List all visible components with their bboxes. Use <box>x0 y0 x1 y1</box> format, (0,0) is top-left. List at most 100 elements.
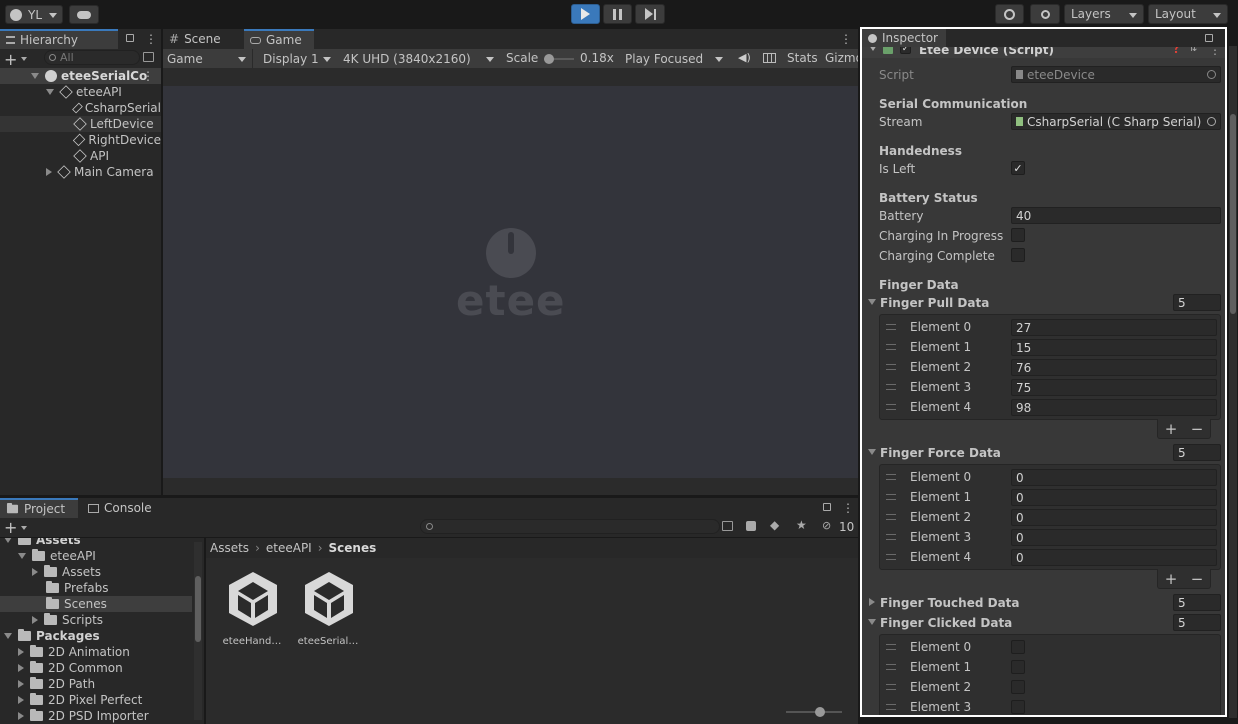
hierarchy-item[interactable]: eteeAPI <box>0 84 161 100</box>
scrollbar[interactable] <box>194 542 202 720</box>
force-element-field[interactable]: 0 <box>1011 489 1217 506</box>
clicked-element-checkbox[interactable] <box>1011 660 1025 674</box>
resolution-dropdown[interactable]: 4K UHD (3840x2160) <box>338 49 500 68</box>
inspector-scrollbar-track[interactable] <box>1229 46 1237 718</box>
expand-icon[interactable] <box>18 712 24 720</box>
more-icon[interactable]: ⋮ <box>142 69 154 83</box>
lock-icon[interactable] <box>823 503 831 511</box>
chevron-down-icon[interactable] <box>21 526 27 530</box>
step-button[interactable] <box>635 4 665 24</box>
type-filter-icon[interactable] <box>746 521 756 531</box>
gizmos-button[interactable]: Gizmo <box>825 51 858 65</box>
hierarchy-search-input[interactable]: All <box>44 50 140 65</box>
game-viewport[interactable]: etee <box>163 68 858 495</box>
slider-thumb[interactable] <box>544 54 554 64</box>
clicked-foldout[interactable]: Finger Clicked Data <box>862 613 1225 631</box>
project-tree-item[interactable]: 2D Animation <box>0 644 192 660</box>
breadcrumb-item[interactable]: Assets <box>210 541 249 555</box>
stream-field[interactable]: CsharpSerial (C Sharp Serial) <box>1011 113 1221 130</box>
drag-handle-icon[interactable] <box>886 364 896 370</box>
hierarchy-item[interactable]: RightDevice <box>0 132 161 148</box>
add-element-button[interactable]: + <box>1165 570 1178 588</box>
complete-checkbox[interactable] <box>1011 248 1025 262</box>
drag-handle-icon[interactable] <box>886 474 896 480</box>
play-focused-dropdown[interactable]: Play Focused <box>619 49 729 68</box>
drag-handle-icon[interactable] <box>886 644 896 650</box>
pull-element-field[interactable]: 15 <box>1011 339 1217 356</box>
breadcrumb-item[interactable]: Scenes <box>329 541 377 555</box>
history-button[interactable] <box>995 4 1024 24</box>
clicked-element-checkbox[interactable] <box>1011 680 1025 694</box>
scrollbar-thumb[interactable] <box>195 576 201 642</box>
drag-handle-icon[interactable] <box>886 384 896 390</box>
asset-tile[interactable]: eteeHand… <box>220 570 284 654</box>
display-dropdown[interactable]: Display 1 <box>257 49 337 68</box>
play-button[interactable] <box>571 4 600 24</box>
force-element-field[interactable]: 0 <box>1011 509 1217 526</box>
drag-handle-icon[interactable] <box>886 684 896 690</box>
hierarchy-item[interactable]: LeftDevice <box>0 116 161 132</box>
clicked-element-checkbox[interactable] <box>1011 700 1025 714</box>
stats-button[interactable]: Stats <box>787 51 818 65</box>
project-tree-item[interactable]: eteeAPI <box>0 548 192 564</box>
slider-thumb[interactable] <box>815 707 825 717</box>
tab-hierarchy[interactable]: Hierarchy <box>0 29 118 49</box>
is-left-checkbox[interactable]: ✓ <box>1011 161 1025 175</box>
force-element-field[interactable]: 0 <box>1011 549 1217 566</box>
touched-foldout[interactable]: Finger Touched Data <box>862 593 1225 611</box>
tab-console[interactable]: Console <box>82 498 162 518</box>
expand-icon[interactable] <box>18 664 24 672</box>
drag-handle-icon[interactable] <box>886 704 896 710</box>
game-view-dropdown[interactable]: Game <box>163 49 253 68</box>
account-dropdown[interactable]: YL <box>5 5 63 24</box>
audio-icon[interactable]: ◀) <box>738 51 751 64</box>
project-tree-item[interactable]: Scenes <box>0 596 192 612</box>
project-tree-item[interactable]: Assets <box>0 564 192 580</box>
drag-handle-icon[interactable] <box>886 324 896 330</box>
drag-handle-icon[interactable] <box>886 554 896 560</box>
drag-handle-icon[interactable] <box>886 494 896 500</box>
tab-game[interactable]: Game <box>244 29 314 49</box>
add-icon[interactable]: + <box>4 50 17 69</box>
project-tree-item[interactable]: Packages <box>0 628 192 644</box>
tab-project[interactable]: Project <box>0 498 78 518</box>
search-button[interactable] <box>1030 4 1060 24</box>
more-icon[interactable]: ⋮ <box>842 501 854 515</box>
star-icon[interactable]: ★ <box>796 518 807 532</box>
component-header[interactable]: ✓ Etee Device (Script) ❓ ⇅ ⋮ <box>862 47 1225 58</box>
expand-icon[interactable] <box>32 616 38 624</box>
more-icon[interactable]: ⋮ <box>145 32 157 46</box>
pull-element-field[interactable]: 76 <box>1011 359 1217 376</box>
lock-icon[interactable] <box>1205 34 1213 42</box>
pull-element-field[interactable]: 98 <box>1011 399 1217 416</box>
project-search-input[interactable] <box>420 519 720 534</box>
add-icon[interactable]: + <box>4 518 17 537</box>
more-icon[interactable]: ⋮ <box>1209 47 1221 57</box>
hierarchy-item[interactable]: Main Camera <box>0 164 161 180</box>
force-element-field[interactable]: 0 <box>1011 469 1217 486</box>
project-tree-item[interactable]: 2D Pixel Perfect <box>0 692 192 708</box>
expand-icon[interactable] <box>18 680 24 688</box>
breadcrumb-item[interactable]: eteeAPI <box>266 541 312 555</box>
touched-size-field[interactable]: 5 <box>1173 594 1221 611</box>
filter-icon[interactable] <box>143 52 154 62</box>
force-foldout[interactable]: Finger Force Data <box>862 443 1225 461</box>
layout-dropdown[interactable]: Layout <box>1148 4 1228 24</box>
tag-icon[interactable]: ◆ <box>770 518 779 532</box>
lock-icon[interactable] <box>126 34 134 42</box>
preset-icon[interactable]: ⇅ <box>1189 47 1197 54</box>
add-element-button[interactable]: + <box>1165 420 1178 438</box>
layers-dropdown[interactable]: Layers <box>1064 4 1144 24</box>
force-element-field[interactable]: 0 <box>1011 529 1217 546</box>
drag-handle-icon[interactable] <box>886 404 896 410</box>
grid-icon[interactable] <box>763 53 776 63</box>
drag-handle-icon[interactable] <box>886 534 896 540</box>
pull-element-field[interactable]: 27 <box>1011 319 1217 336</box>
hierarchy-item[interactable]: API <box>0 148 161 164</box>
expand-icon[interactable] <box>18 648 24 656</box>
clicked-size-field[interactable]: 5 <box>1173 614 1221 631</box>
remove-element-button[interactable]: − <box>1191 570 1204 588</box>
tab-scene[interactable]: # Scene <box>163 29 243 49</box>
chevron-down-icon[interactable] <box>21 57 27 61</box>
tab-inspector[interactable]: Inspector <box>862 29 946 47</box>
